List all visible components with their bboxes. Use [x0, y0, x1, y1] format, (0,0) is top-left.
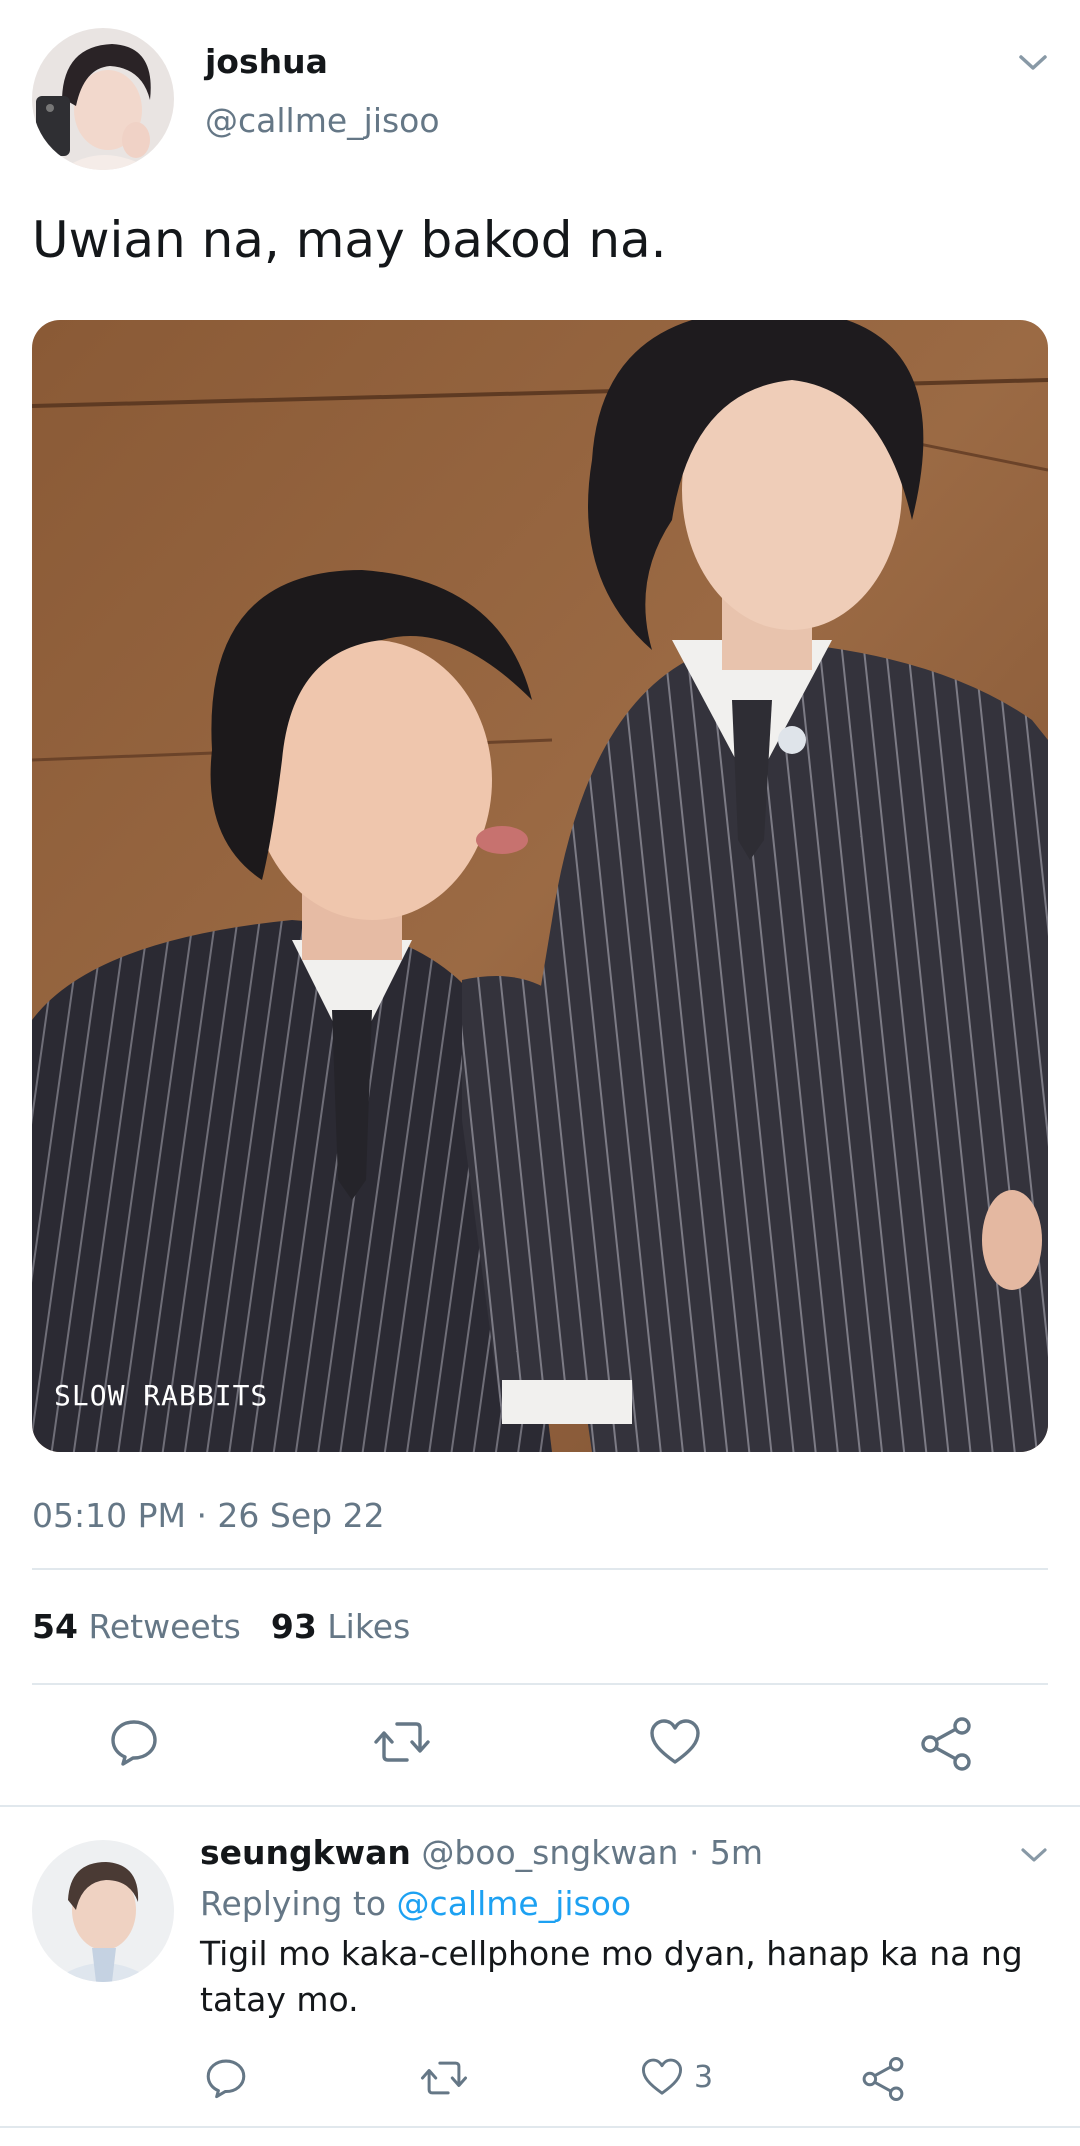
reply-icon: [111, 1720, 157, 1766]
likes-stat[interactable]: 93 Likes: [271, 1607, 410, 1646]
author-name[interactable]: joshua: [205, 42, 328, 81]
retweet-icon: [374, 1722, 430, 1762]
heart-icon: [650, 1719, 700, 1764]
divider: [0, 1805, 1080, 1807]
tweet-media-photo[interactable]: SLOW RABBITS: [32, 320, 1048, 1452]
retweets-label: Retweets: [88, 1607, 241, 1646]
retweets-count: 54: [32, 1607, 78, 1646]
share-icon: [862, 2056, 904, 2102]
reply-button[interactable]: [108, 1716, 160, 1768]
reply-share-button[interactable]: [860, 2056, 906, 2102]
reply-like-count: 3: [694, 2059, 714, 2095]
author-handle[interactable]: @callme_jisoo: [205, 101, 440, 140]
reply-reply-button[interactable]: [204, 2056, 248, 2100]
tweet-text: Uwian na, may bakod na.: [32, 211, 667, 269]
reply-icon: [206, 2059, 246, 2099]
divider: [32, 1568, 1048, 1570]
divider: [32, 1683, 1048, 1685]
share-icon: [921, 1717, 971, 1771]
reply-author-meta: @boo_sngkwan · 5m: [421, 1833, 764, 1872]
reply-header: seungkwan @boo_sngkwan · 5m: [200, 1833, 763, 1872]
reply-retweet-button[interactable]: [420, 2056, 468, 2100]
tweet-detail-page: joshua @callme_jisoo Uwian na, may bakod…: [0, 0, 1080, 2146]
heart-icon: [641, 2058, 683, 2095]
retweets-stat[interactable]: 54 Retweets: [32, 1607, 241, 1646]
retweet-icon: [420, 2061, 468, 2095]
share-button[interactable]: [918, 1716, 974, 1772]
media-watermark: SLOW RABBITS: [54, 1379, 269, 1412]
divider: [0, 2126, 1080, 2128]
replying-prefix: Replying to: [200, 1884, 387, 1923]
likes-count: 93: [270, 1607, 317, 1646]
reply-text: Tigil mo kaka-cellphone mo dyan, hanap k…: [200, 1934, 1023, 2019]
reply-avatar[interactable]: [32, 1840, 174, 1982]
avatar[interactable]: [32, 28, 174, 170]
reply-like-button[interactable]: 3: [640, 2056, 713, 2098]
chevron-down-icon[interactable]: [1018, 54, 1048, 76]
retweet-button[interactable]: [373, 1716, 431, 1768]
chevron-down-icon[interactable]: [1020, 1847, 1048, 1867]
replying-to: Replying to @callme_jisoo: [200, 1884, 631, 1923]
tweet-timestamp: 05:10 PM · 26 Sep 22: [32, 1496, 385, 1535]
replying-to-link[interactable]: @callme_jisoo: [397, 1884, 632, 1923]
likes-label: Likes: [327, 1607, 411, 1646]
like-button[interactable]: [648, 1716, 702, 1768]
reply-author-name[interactable]: seungkwan: [200, 1833, 411, 1872]
engagement-stats: 54 Retweets 93 Likes: [32, 1607, 410, 1646]
